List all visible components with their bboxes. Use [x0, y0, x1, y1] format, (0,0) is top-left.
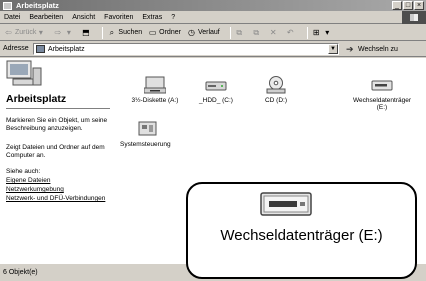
- hard-drive-icon: [205, 81, 227, 91]
- copy-icon: ⧉: [253, 28, 260, 37]
- forward-arrow-icon: ⇨: [54, 28, 62, 37]
- toolbar: ⇦ Zurück ▾ ⇨ ▾ ⬒ ⌕ Suchen ▭ Ordner ◷ Ver…: [0, 25, 426, 41]
- folder-up-icon: ⬒: [82, 28, 90, 37]
- forward-button[interactable]: ⇨ ▾: [53, 28, 75, 37]
- control-panel-item[interactable]: Systemsteuerung: [120, 120, 190, 148]
- menu-edit[interactable]: Bearbeiten: [29, 14, 63, 21]
- menu-favorites[interactable]: Favoriten: [104, 14, 133, 21]
- undo-icon: ↶: [286, 28, 294, 37]
- status-text: 6 Objekt(e): [3, 269, 38, 276]
- delete-icon: ✕: [269, 28, 277, 37]
- pane-heading: Arbeitsplatz: [6, 93, 67, 105]
- removable-drive-icon: [260, 192, 312, 216]
- minimize-button[interactable]: _: [392, 1, 402, 10]
- link-network-connections[interactable]: Netzwerk- und DFÜ-Verbindungen: [6, 195, 110, 203]
- history-icon: ◷: [187, 28, 195, 37]
- menu-bar: Datei Bearbeiten Ansicht Favoriten Extra…: [0, 11, 426, 24]
- link-network-places[interactable]: Netzwerkumgebung: [6, 186, 110, 194]
- search-icon: ⌕: [109, 28, 115, 37]
- toolbar-separator: [306, 26, 308, 39]
- title-bar[interactable]: Arbeitsplatz _ □ ×: [0, 0, 426, 11]
- drive-label-a: 3½-Diskette (A:): [131, 97, 179, 104]
- back-label: Zurück: [15, 29, 37, 36]
- history-button[interactable]: ◷ Verlauf: [187, 28, 220, 37]
- back-button[interactable]: ⇦ Zurück ▾: [4, 28, 47, 37]
- move-icon: ⧉: [236, 28, 243, 37]
- go-arrow-icon: ➔: [346, 44, 354, 54]
- toolbar-separator: [229, 26, 231, 39]
- menu-tools[interactable]: Extras: [142, 14, 162, 21]
- my-computer-icon: [6, 60, 42, 86]
- move-to-button[interactable]: ⧉: [235, 28, 246, 37]
- control-panel-icon: [138, 121, 157, 136]
- menu-help[interactable]: ?: [171, 14, 175, 21]
- address-label: Adresse: [3, 45, 29, 52]
- search-button[interactable]: ⌕ Suchen: [107, 28, 143, 37]
- info-pane: Arbeitsplatz Markieren Sie ein Objekt, u…: [0, 58, 118, 263]
- floppy-drive-icon: [144, 76, 166, 94]
- toolbar-separator: [102, 26, 104, 39]
- menu-file[interactable]: Datei: [4, 14, 20, 21]
- up-button[interactable]: ⬒: [81, 28, 92, 37]
- see-also-label: Siehe auch:: [6, 168, 41, 175]
- folder-icon: ▭: [148, 28, 157, 37]
- close-button[interactable]: ×: [414, 1, 424, 10]
- address-bar: Adresse Arbeitsplatz ▼ ➔ Wechseln zu: [0, 41, 426, 57]
- control-panel-label: Systemsteuerung: [120, 141, 171, 148]
- drive-label-e: Wechseldatenträger (E:): [352, 97, 412, 111]
- copy-to-button[interactable]: ⧉: [252, 28, 263, 37]
- link-my-documents[interactable]: Eigene Dateien: [6, 177, 110, 185]
- windows-logo-icon: [402, 11, 426, 24]
- go-label: Wechseln zu: [358, 45, 398, 53]
- address-dropdown-button[interactable]: ▼: [328, 44, 338, 54]
- cd-drive-icon: [266, 76, 286, 94]
- pane-info: Zeigt Dateien und Ordner auf dem Compute…: [6, 144, 105, 159]
- maximize-button[interactable]: □: [403, 1, 413, 10]
- drive-label-d: CD (D:): [264, 97, 288, 104]
- computer-icon: [3, 1, 12, 10]
- dropdown-icon: ▾: [66, 28, 71, 37]
- pane-hint: Markieren Sie ein Objekt, um seine Besch…: [6, 117, 108, 132]
- drive-label-c: _HDD_ (C:): [199, 97, 233, 104]
- search-label: Suchen: [118, 29, 143, 36]
- views-icon: ⊞: [312, 28, 320, 37]
- dropdown-icon: ▾: [325, 28, 330, 37]
- drive-item-e[interactable]: Wechseldatenträger (E:): [347, 76, 417, 111]
- folders-label: Ordner: [159, 29, 181, 36]
- delete-button[interactable]: ✕: [269, 28, 280, 37]
- zoom-magnifier: Wechseldatenträger (E:): [186, 182, 417, 279]
- views-button[interactable]: ⊞ ▾: [312, 28, 334, 37]
- address-field[interactable]: Arbeitsplatz ▼: [33, 43, 339, 55]
- computer-icon: [36, 45, 45, 53]
- window-title: Arbeitsplatz: [16, 1, 59, 10]
- go-button[interactable]: ➔ Wechseln zu: [346, 44, 398, 54]
- undo-button[interactable]: ↶: [286, 28, 297, 37]
- drive-item-d[interactable]: CD (D:): [241, 76, 311, 104]
- divider: [6, 108, 110, 109]
- folders-button[interactable]: ▭ Ordner: [148, 28, 181, 37]
- drive-item-a[interactable]: 3½-Diskette (A:): [120, 76, 190, 104]
- address-value: Arbeitsplatz: [48, 45, 85, 53]
- back-arrow-icon: ⇦: [5, 28, 12, 37]
- menu-view[interactable]: Ansicht: [72, 14, 95, 21]
- zoom-label: Wechseldatenträger (E:): [220, 227, 383, 244]
- history-label: Verlauf: [197, 29, 220, 36]
- dropdown-icon: ▾: [38, 28, 43, 37]
- removable-drive-icon: [371, 80, 393, 91]
